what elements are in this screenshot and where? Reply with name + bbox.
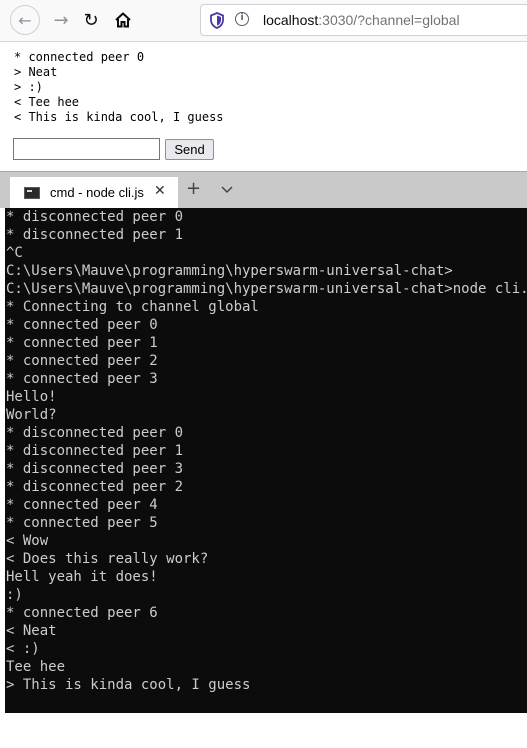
chat-message: < Tee hee: [14, 95, 80, 109]
chat-log: * connected peer 0 > Neat > :) < Tee hee…: [14, 50, 224, 125]
terminal-line: * disconnected peer 0: [6, 425, 184, 441]
send-button[interactable]: Send: [165, 139, 214, 160]
chevron-down-icon[interactable]: [220, 182, 234, 200]
terminal-line: Tee hee: [6, 659, 66, 675]
terminal-line: ^C: [6, 245, 23, 261]
terminal-lines: * disconnected peer 0 * disconnected peer…: [6, 208, 527, 694]
terminal-line: Hello!: [6, 389, 57, 405]
message-input[interactable]: [13, 138, 160, 160]
terminal-line: * connected peer 2: [6, 353, 158, 369]
terminal-line: * disconnected peer 2: [6, 479, 184, 495]
url-path: :3030/?channel=global: [318, 12, 460, 28]
terminal-line: > This is kinda cool, I guess: [6, 677, 251, 693]
close-tab-icon[interactable]: ✕: [154, 183, 166, 199]
terminal-line: * disconnected peer 1: [6, 227, 184, 243]
terminal-line: * disconnected peer 0: [6, 209, 184, 225]
terminal-tab-bar: cmd - node cli.js ✕ +: [0, 171, 527, 209]
terminal-line: World?: [6, 407, 57, 423]
new-tab-icon[interactable]: +: [186, 180, 201, 198]
terminal-line: :): [6, 587, 23, 603]
cmd-icon: [24, 187, 40, 199]
tracking-protection-shield-icon[interactable]: [209, 12, 225, 34]
terminal-line: < Neat: [6, 623, 57, 639]
forward-arrow-icon[interactable]: →: [46, 5, 76, 35]
reload-icon[interactable]: ↻: [76, 5, 106, 35]
terminal-line: * connected peer 5: [6, 515, 158, 531]
terminal-line: < Wow: [6, 533, 49, 549]
terminal-tab[interactable]: cmd - node cli.js ✕: [10, 177, 178, 209]
terminal-line: * disconnected peer 3: [6, 461, 184, 477]
terminal-line: < :): [6, 641, 40, 657]
url-text[interactable]: localhost:3030/?channel=global: [263, 12, 460, 28]
terminal-line: < Does this really work?: [6, 551, 209, 567]
terminal-line: * Connecting to channel global: [6, 299, 259, 315]
terminal-line: * disconnected peer 1: [6, 443, 184, 459]
terminal-line: Hell yeah it does!: [6, 569, 158, 585]
back-arrow-icon[interactable]: ←: [10, 5, 40, 35]
home-icon[interactable]: [108, 5, 138, 35]
terminal-line: C:\Users\Mauve\programming\hyperswarm-un…: [6, 281, 527, 297]
terminal-line: * connected peer 4: [6, 497, 158, 513]
chat-message: > Neat: [14, 65, 58, 79]
site-info-icon[interactable]: i: [235, 12, 249, 26]
browser-toolbar: ← → ↻ i localhost:3030/?channel=global: [0, 0, 527, 42]
terminal-line: * connected peer 3: [6, 371, 158, 387]
chat-message: > :): [14, 80, 43, 94]
chat-message: * connected peer 0: [14, 50, 145, 64]
terminal-line: * connected peer 1: [6, 335, 158, 351]
terminal-line: C:\Users\Mauve\programming\hyperswarm-un…: [6, 263, 453, 279]
url-bar[interactable]: i localhost:3030/?channel=global: [200, 4, 527, 36]
chat-message: < This is kinda cool, I guess: [14, 110, 224, 124]
terminal-line: * connected peer 6: [6, 605, 158, 621]
terminal-line: * connected peer 0: [6, 317, 158, 333]
terminal-tab-title: cmd - node cli.js: [50, 185, 144, 200]
url-host: localhost: [263, 12, 319, 28]
terminal-output[interactable]: * disconnected peer 0 * disconnected peer…: [5, 208, 527, 713]
